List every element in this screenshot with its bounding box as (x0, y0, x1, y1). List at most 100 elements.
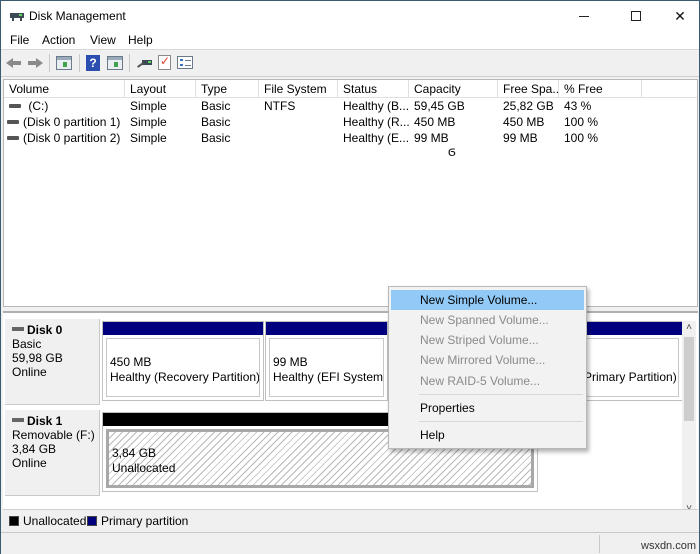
title-bar: Disk Management ✕ (1, 1, 699, 31)
disk-type: Basic (12, 337, 42, 351)
volume-row[interactable]: (C:) Simple Basic NTFS Healthy (B... 59,… (4, 98, 697, 114)
legend: Unallocated Primary partition (3, 509, 698, 531)
toolbar-separator (49, 54, 50, 72)
volume-file-system (259, 114, 264, 130)
vertical-scrollbar[interactable]: ˄ ˅ (682, 321, 696, 516)
disk-icon (12, 418, 24, 423)
forward-button[interactable] (27, 55, 43, 71)
disk-graphical-pane: Disk 0 Basic 59,98 GB Online 450 MB Heal… (3, 311, 698, 531)
legend-primary-partition: Primary partition (101, 514, 189, 528)
disk-0-label[interactable]: Disk 0 Basic 59,98 GB Online (5, 319, 100, 405)
disk-icon (12, 327, 24, 332)
menu-view[interactable]: View (90, 33, 116, 47)
volume-capacity: 59,45 GB (414, 99, 465, 113)
disk-state: Online (12, 365, 47, 379)
status-bar-divider (599, 535, 600, 553)
minimize-icon (579, 15, 589, 17)
show-hide-action-pane-button[interactable] (107, 55, 123, 71)
scroll-up-icon[interactable]: ˄ (682, 321, 696, 335)
column-header-layout[interactable]: Layout (125, 80, 196, 98)
menu-file[interactable]: File (10, 33, 29, 47)
window-title: Disk Management (29, 9, 126, 23)
column-header-capacity[interactable]: Capacity (409, 80, 498, 98)
partition-status: Healthy (EFI System Pa (273, 370, 384, 384)
disk-1-label[interactable]: Disk 1 Removable (F:) 3,84 GB Online (5, 410, 100, 496)
close-button[interactable]: ✕ (657, 1, 700, 31)
menu-item-new-striped-volume: New Striped Volume... (420, 333, 539, 347)
volume-layout: Simple (130, 99, 167, 113)
volume-status: Healthy (E... (343, 131, 410, 145)
forward-arrow-icon (27, 55, 43, 71)
toolbar-separator (79, 54, 80, 72)
toolbar-separator (129, 54, 130, 72)
menu-separator (419, 421, 583, 422)
scroll-thumb[interactable] (684, 337, 694, 421)
volume-type: Basic (201, 99, 231, 113)
menu-item-properties[interactable]: Properties (391, 398, 584, 418)
partition-status: Healthy (Recovery Partition) (110, 370, 260, 384)
menu-bar: File Action View Help (1, 31, 699, 50)
column-header-status[interactable]: Status (338, 80, 409, 98)
properties-list-icon (177, 56, 193, 69)
back-button[interactable] (6, 55, 22, 71)
volume-capacity: 99 MB (414, 131, 449, 145)
column-header-type[interactable]: Type (196, 80, 259, 98)
column-header-file-system[interactable]: File System (259, 80, 338, 98)
partition-status: Primary Partition) (584, 370, 677, 384)
volume-name: (Disk 0 partition 2) (23, 131, 121, 145)
disk-state: Online (12, 456, 47, 470)
partition-bar (103, 322, 263, 335)
volume-name: (Disk 0 partition 1) (23, 115, 121, 129)
disk-name: Disk 0 (27, 323, 63, 337)
help-button[interactable]: ? (86, 55, 102, 71)
watermark: wsxdn.com (641, 540, 697, 552)
menu-item-new-mirrored-volume: New Mirrored Volume... (420, 353, 546, 367)
disk-type: Removable (F:) (12, 428, 95, 442)
partition-size (584, 355, 678, 370)
back-arrow-icon (6, 55, 22, 71)
properties-list-button[interactable] (177, 55, 193, 71)
partition-size: 99 MB (273, 355, 308, 369)
action-pane-icon (107, 56, 123, 70)
volume-status: Healthy (B... (343, 99, 410, 113)
menu-help[interactable]: Help (128, 33, 153, 47)
drive-icon (7, 119, 19, 124)
column-header-volume[interactable]: Volume (4, 80, 125, 98)
volume-percent-free: 100 % (564, 115, 599, 129)
volume-status: Healthy (R... (343, 115, 410, 129)
check-button[interactable] (158, 54, 174, 71)
maximize-button[interactable] (613, 1, 659, 31)
volume-row[interactable]: (Disk 0 partition 2) Simple Basic Health… (4, 130, 697, 146)
legend-unallocated: Unallocated (23, 514, 87, 528)
menu-action[interactable]: Action (42, 33, 75, 47)
console-tree-icon (56, 56, 72, 70)
menu-item-new-simple-volume[interactable]: New Simple Volume... (391, 290, 584, 310)
disk-management-app-icon (10, 10, 24, 21)
column-header-percent-free[interactable]: % Free (559, 80, 642, 98)
drive-icon (9, 103, 21, 108)
column-header-free-space[interactable]: Free Spa... (498, 80, 559, 98)
partition-recovery[interactable]: 450 MB Healthy (Recovery Partition) (102, 321, 264, 401)
disk-size: 59,98 GB (12, 351, 63, 365)
volume-list: Volume Layout Type File System Status Ca… (3, 79, 698, 307)
menu-item-help[interactable]: Help (391, 425, 584, 445)
connect-drive-icon (136, 55, 152, 71)
disk-size: 3,84 GB (12, 442, 57, 456)
volume-type: Basic (201, 115, 231, 129)
maximize-icon (631, 11, 641, 21)
volume-type: Basic (201, 131, 231, 145)
toolbar: ? (1, 50, 699, 77)
menu-item-new-spanned-volume: New Spanned Volume... (420, 313, 549, 327)
show-hide-console-tree-button[interactable] (56, 55, 72, 71)
drive-icon (7, 135, 19, 140)
connect-drive-button[interactable] (136, 55, 152, 71)
partition-size: 450 MB (110, 355, 152, 369)
disk-name: Disk 1 (27, 414, 63, 428)
partition-status: Unallocated (112, 461, 176, 475)
partition-efi[interactable]: 99 MB Healthy (EFI System Pa (265, 321, 388, 401)
volume-file-system: NTFS (264, 99, 296, 113)
volume-row[interactable]: (Disk 0 partition 1) Simple Basic Health… (4, 114, 697, 130)
minimize-button[interactable] (561, 1, 607, 31)
volume-percent-free: 100 % (564, 131, 599, 145)
close-icon: ✕ (674, 7, 686, 24)
